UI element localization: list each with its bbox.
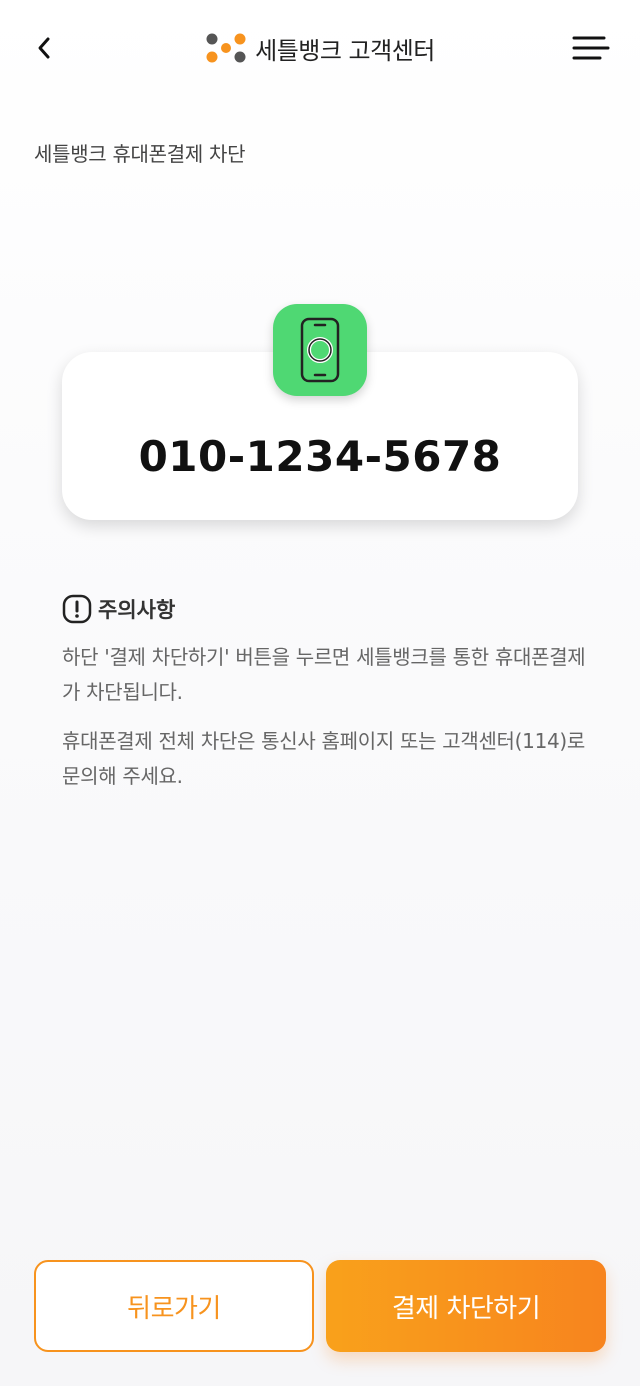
go-back-button[interactable]: 뒤로가기: [34, 1260, 314, 1352]
block-payment-button[interactable]: 결제 차단하기: [326, 1260, 606, 1352]
notice-header: 주의사항: [62, 594, 592, 624]
notice-section: 주의사항 하단 '결제 차단하기' 버튼을 누르면 세틀뱅크를 통한 휴대폰결제…: [62, 594, 592, 808]
notice-paragraph-2: 휴대폰결제 전체 차단은 통신사 홈페이지 또는 고객센터(114)로 문의해 …: [62, 729, 586, 788]
notice-paragraph-1: 하단 '결제 차단하기' 버튼을 누르면 세틀뱅크를 통한 휴대폰결제가 차단됩…: [62, 645, 586, 704]
hamburger-menu-icon: [572, 36, 610, 60]
back-button[interactable]: [26, 30, 62, 66]
header: 세틀뱅크 고객센터: [0, 0, 640, 96]
chevron-left-icon: [38, 37, 50, 59]
breadcrumb: 세틀뱅크 휴대폰결제 차단: [34, 142, 246, 166]
phone-icon-badge: [273, 304, 367, 396]
exclamation-circle-icon: [62, 594, 92, 624]
smartphone-icon: [300, 317, 340, 383]
menu-button[interactable]: [570, 30, 610, 66]
header-title: 세틀뱅크 고객센터: [255, 36, 435, 65]
phone-number: 010-1234-5678: [138, 432, 502, 481]
notice-title: 주의사항: [98, 598, 176, 622]
brand: 세틀뱅크 고객센터: [205, 31, 435, 66]
settlebank-logo: [206, 33, 246, 63]
